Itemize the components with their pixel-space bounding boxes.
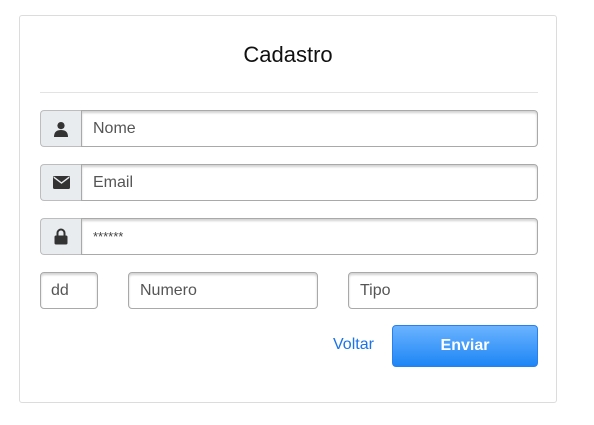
name-input[interactable] <box>81 110 538 147</box>
lock-icon <box>40 218 81 255</box>
phone-number-input[interactable] <box>128 272 318 309</box>
email-input[interactable] <box>81 164 538 201</box>
back-link[interactable]: Voltar <box>333 336 374 354</box>
name-input-group <box>40 110 538 147</box>
envelope-icon <box>40 164 81 201</box>
registration-card: Cadastro Voltar Envi <box>19 15 557 403</box>
form-title: Cadastro <box>243 42 333 67</box>
user-icon <box>40 110 81 147</box>
email-input-group <box>40 164 538 201</box>
password-input-group <box>40 218 538 255</box>
password-input[interactable] <box>81 218 538 255</box>
submit-button[interactable]: Enviar <box>392 325 538 367</box>
phone-type-input[interactable] <box>348 272 538 309</box>
ddd-input[interactable] <box>40 272 98 309</box>
title-divider <box>40 92 538 93</box>
